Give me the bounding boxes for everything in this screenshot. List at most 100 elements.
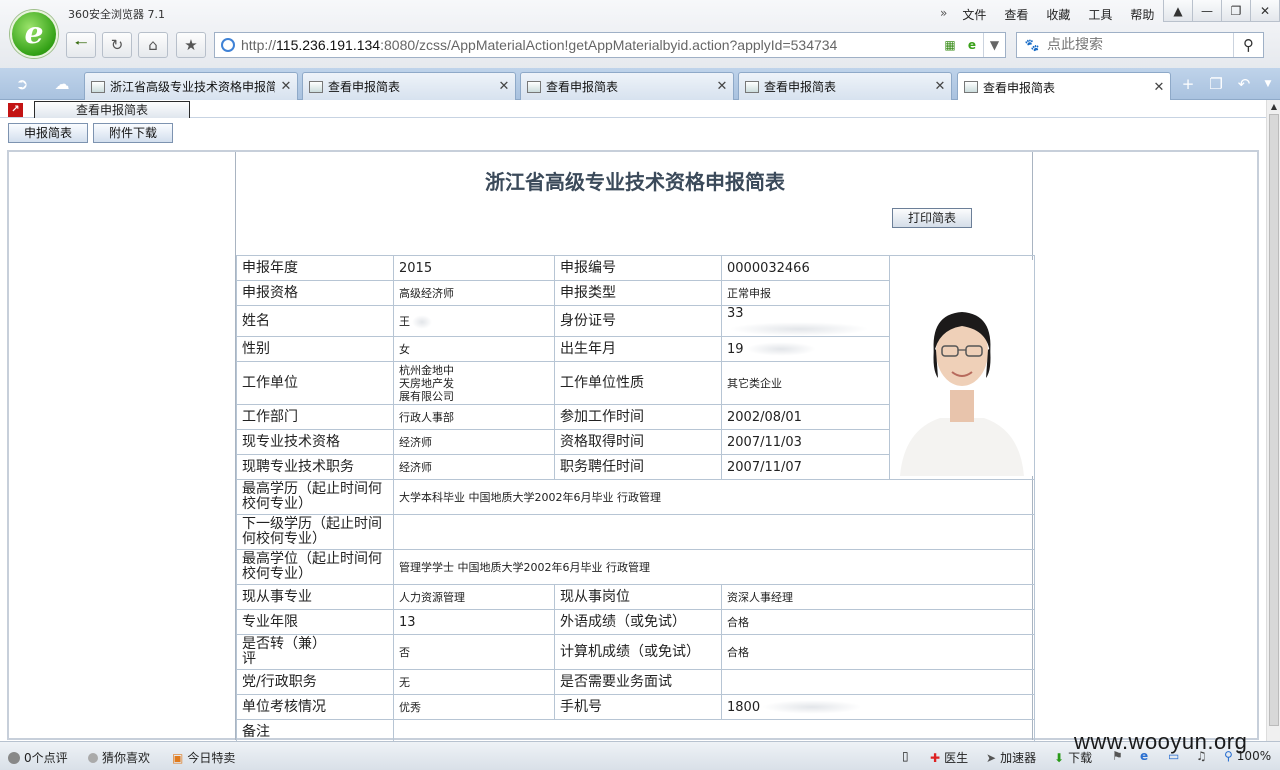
mobile-icon[interactable]: ▯ — [902, 749, 909, 763]
label-computer-score: 计算机成绩（或免试） — [554, 634, 722, 670]
menu-tools[interactable]: 工具 — [1079, 4, 1121, 25]
value-interview — [721, 669, 1035, 695]
tab-menu-icon[interactable]: ▼ — [1256, 74, 1280, 94]
inner-tab-view-summary[interactable]: 查看申报简表 — [34, 101, 190, 118]
summary-button[interactable]: 申报简表 — [8, 123, 88, 143]
minimize-button[interactable]: — — [1192, 0, 1222, 22]
value-phone-cell: 1800 — [721, 694, 1035, 720]
menu-overflow-icon[interactable]: » — [934, 4, 953, 25]
label-qualification: 申报资格 — [236, 280, 394, 306]
tab-close-icon[interactable]: ✕ — [493, 79, 515, 94]
label-post-date: 职务聘任时间 — [554, 454, 722, 480]
value-employer: 杭州金地中天房地产发展有限公司 — [399, 363, 454, 403]
label-interview: 是否需要业务面试 — [554, 669, 722, 695]
value-secondary-education — [393, 514, 1035, 550]
tab-bar: ➲ ☁ 浙江省高级专业技术资格申报简表 ✕ 查看申报简表 ✕ 查看申报简表 ✕ … — [0, 68, 1280, 101]
value-id-cell: 33 — [721, 305, 890, 337]
tab-close-icon[interactable]: ✕ — [275, 79, 297, 94]
scroll-up-icon[interactable]: ▲ — [1267, 100, 1280, 114]
tab-2[interactable]: 查看申报简表 ✕ — [302, 72, 516, 100]
value-employer-cell: 杭州金地中天房地产发展有限公司 — [393, 361, 555, 405]
attachment-download-button[interactable]: 附件下载 — [93, 123, 173, 143]
accelerator-label: 加速器 — [1000, 751, 1037, 765]
tab-label: 查看申报简表 — [764, 80, 837, 94]
label-current-position: 现从事岗位 — [554, 584, 722, 610]
cloud-icon[interactable]: ☁ — [50, 74, 74, 94]
vertical-scrollbar[interactable]: ▲ — [1266, 100, 1280, 741]
redaction — [745, 342, 816, 356]
address-bar[interactable]: http://115.236.191.134:8080/zcss/AppMate… — [214, 32, 1006, 58]
reviews-item[interactable]: 0个点评 — [8, 749, 68, 766]
label-secondary-education: 下一级学历（起止时间何校何专业） — [236, 514, 394, 550]
value-year: 2015 — [393, 255, 555, 281]
tab-close-icon[interactable]: ✕ — [711, 79, 733, 94]
tab-5-active[interactable]: 查看申报简表 ✕ — [957, 72, 1171, 101]
today-label: 今日特卖 — [187, 751, 236, 765]
tab-3[interactable]: 查看申报简表 ✕ — [520, 72, 734, 100]
search-icon[interactable]: ⚲ — [1233, 33, 1263, 57]
address-dropdown-icon[interactable]: ▼ — [983, 33, 1005, 57]
value-highest-education: 大学本科毕业 中国地质大学2002年6月毕业 行政管理 — [393, 479, 1035, 515]
restore-button[interactable]: ❐ — [1221, 0, 1251, 22]
search-input[interactable] — [1047, 37, 1233, 53]
reviews-label: 0个点评 — [24, 751, 68, 765]
skin-icon[interactable]: ▲ — [1163, 0, 1193, 22]
tab-close-icon[interactable]: ✕ — [929, 79, 951, 94]
page-favicon-icon — [745, 80, 759, 93]
favorite-button[interactable]: ★ — [176, 32, 206, 58]
value-current-position: 资深人事经理 — [721, 584, 1035, 610]
browser-titlebar: e 360安全浏览器 7.1 » 文件 查看 收藏 工具 帮助 ▲ — ❐ ✕ … — [0, 0, 1280, 68]
tab-close-icon[interactable]: ✕ — [1148, 80, 1170, 95]
print-button[interactable]: 打印简表 — [892, 208, 972, 228]
arrow-link-icon[interactable]: ↗ — [8, 103, 23, 117]
doctor-icon: ✚ — [930, 750, 941, 765]
label-professional-years: 专业年限 — [236, 609, 394, 635]
label-employer: 工作单位 — [236, 361, 394, 405]
page-viewport: ↗ 查看申报简表 申报简表 附件下载 浙江省高级专业技术资格申报简表 打印简表 … — [0, 100, 1266, 741]
search-engine-icon[interactable]: 🐾 — [1017, 33, 1047, 57]
guess-item[interactable]: 猜你喜欢 — [88, 749, 150, 766]
new-tab-icon[interactable]: + — [1176, 74, 1200, 94]
qr-icon[interactable]: ▦ — [939, 33, 961, 57]
accelerator-item[interactable]: ➤ 加速器 — [986, 749, 1036, 766]
tab-label: 查看申报简表 — [983, 80, 1056, 95]
close-button[interactable]: ✕ — [1250, 0, 1280, 22]
home-icon: ⌂ — [148, 36, 158, 54]
label-current-qualification: 现专业技术资格 — [236, 429, 394, 455]
tab-1[interactable]: 浙江省高级专业技术资格申报简表 ✕ — [84, 72, 298, 100]
address-url[interactable]: http://115.236.191.134:8080/zcss/AppMate… — [241, 37, 939, 53]
value-party-post: 无 — [393, 669, 555, 695]
menu-help[interactable]: 帮助 — [1121, 4, 1163, 25]
today-deals-item[interactable]: ▣ 今日特卖 — [172, 749, 235, 766]
sidebar-toggle-icon[interactable]: ➲ — [10, 74, 34, 94]
window-controls: ▲ — ❐ ✕ — [1163, 0, 1280, 22]
guess-label: 猜你喜欢 — [102, 751, 151, 765]
site-globe-icon — [221, 38, 235, 52]
tab-list-icon[interactable]: ❐ — [1204, 74, 1228, 94]
label-work-start: 参加工作时间 — [554, 404, 722, 430]
value-sex: 女 — [393, 336, 555, 362]
label-department: 工作部门 — [236, 404, 394, 430]
home-button[interactable]: ⌂ — [138, 32, 168, 58]
menu-file[interactable]: 文件 — [953, 4, 995, 25]
value-current-major: 人力资源管理 — [393, 584, 555, 610]
refresh-button[interactable]: ↻ — [102, 32, 132, 58]
value-current-qualification: 经济师 — [393, 429, 555, 455]
label-application-type: 申报类型 — [554, 280, 722, 306]
menu-view[interactable]: 查看 — [995, 4, 1037, 25]
value-name-cell: 王 — [393, 305, 555, 337]
value-language-score: 合格 — [721, 609, 1035, 635]
scroll-thumb[interactable] — [1269, 114, 1279, 726]
search-box: 🐾 ⚲ — [1016, 32, 1264, 58]
tab-4[interactable]: 查看申报简表 ✕ — [738, 72, 952, 100]
value-qualification: 高级经济师 — [393, 280, 555, 306]
value-birth-cell: 19 — [721, 336, 890, 362]
undo-close-icon[interactable]: ↶ — [1232, 74, 1256, 94]
menu-favorites[interactable]: 收藏 — [1037, 4, 1079, 25]
ie-mode-icon[interactable]: e — [961, 33, 983, 57]
value-work-start: 2002/08/01 — [721, 404, 890, 430]
doctor-item[interactable]: ✚ 医生 — [930, 749, 968, 766]
value-phone: 1800 — [727, 699, 761, 715]
label-application-no: 申报编号 — [554, 255, 722, 281]
back-button[interactable]: 🠐 — [66, 32, 96, 58]
